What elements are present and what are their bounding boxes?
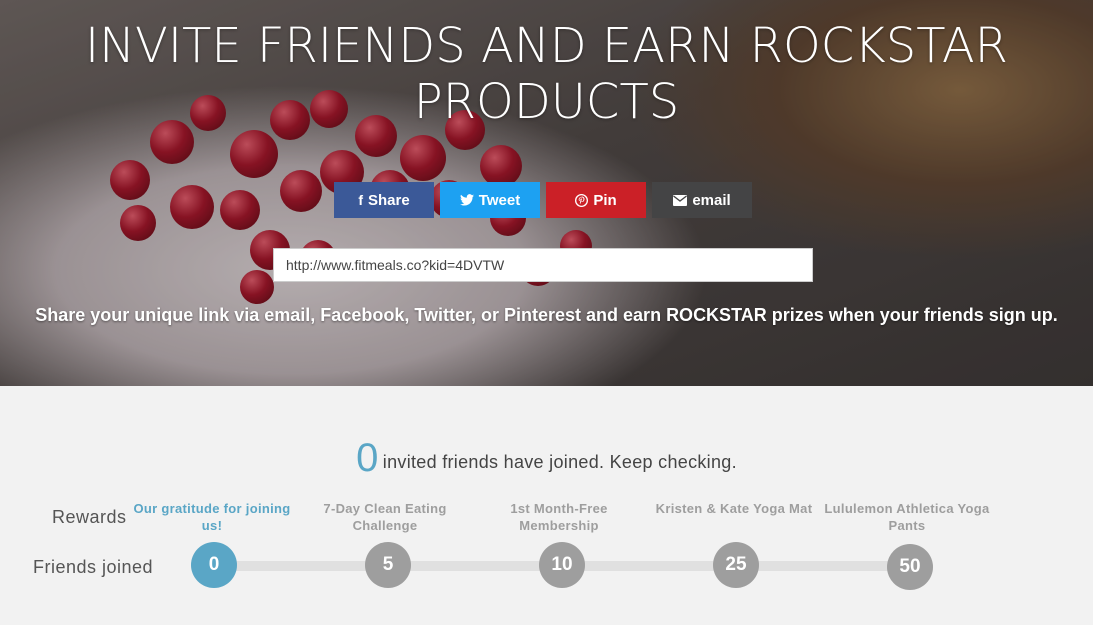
facebook-icon: f xyxy=(358,192,363,208)
page-title: INVITE FRIENDS AND EARN ROCKSTAR PRODUCT… xyxy=(84,18,1008,130)
rewards-label: Rewards xyxy=(52,507,127,527)
step-circle-5: 5 xyxy=(365,542,411,588)
referral-link-input[interactable] xyxy=(273,248,813,282)
email-share-label: email xyxy=(692,191,731,209)
joined-text: invited friends have joined. Keep checki… xyxy=(382,452,737,472)
hero-banner: INVITE FRIENDS AND EARN ROCKSTAR PRODUCT… xyxy=(0,0,1093,386)
reward-milestone-50: Lululemon Athletica Yoga Pants xyxy=(824,501,990,533)
joined-count: 0 xyxy=(356,436,379,480)
referral-progress-section: 0 invited friends have joined. Keep chec… xyxy=(0,386,1093,625)
envelope-icon xyxy=(673,194,688,206)
email-share-button[interactable]: email xyxy=(652,182,752,218)
joined-summary: 0 invited friends have joined. Keep chec… xyxy=(0,436,1093,481)
facebook-share-label: Share xyxy=(367,191,410,209)
friends-joined-label: Friends joined xyxy=(33,557,154,577)
reward-milestone-10: 1st Month-Free Membership xyxy=(510,501,608,533)
step-circle-10: 10 xyxy=(539,542,585,588)
twitter-icon xyxy=(459,194,474,206)
facebook-share-button[interactable]: f Share xyxy=(334,182,434,218)
pinterest-pin-button[interactable]: Pin xyxy=(546,182,646,218)
hero-content: INVITE FRIENDS AND EARN ROCKSTAR PRODUCT… xyxy=(0,0,1093,386)
twitter-tweet-button[interactable]: Tweet xyxy=(440,182,540,218)
reward-milestone-0: Our gratitude for joining us! xyxy=(133,501,291,533)
pinterest-icon xyxy=(575,193,589,207)
reward-milestone-25: Kristen & Kate Yoga Mat xyxy=(655,501,813,516)
step-circle-50: 50 xyxy=(887,544,933,590)
step-circle-25: 25 xyxy=(713,542,759,588)
share-description: Share your unique link via email, Facebo… xyxy=(35,305,1058,325)
pinterest-pin-label: Pin xyxy=(593,191,617,209)
step-circle-0: 0 xyxy=(191,542,237,588)
reward-milestone-5: 7-Day Clean Eating Challenge xyxy=(323,501,447,533)
twitter-tweet-label: Tweet xyxy=(478,191,521,209)
